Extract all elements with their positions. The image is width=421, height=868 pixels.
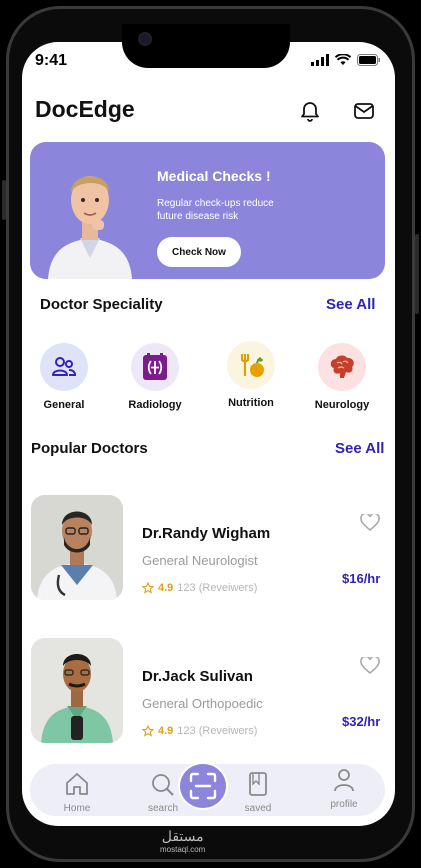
doctor-specialty: General Neurologist [142,553,258,568]
search-icon [152,774,174,796]
doctor-name: Dr.Randy Wigham [142,525,271,542]
doctor-photo [31,495,123,600]
speciality-see-all-link[interactable]: See All [326,296,375,313]
watermark: مستقل mostaql.com [160,828,205,854]
rating-value: 4.9 [158,725,174,737]
speciality-title: Doctor Speciality [40,296,163,313]
doctor-photo [31,638,123,743]
doctor-specialty: General Orthopoedic [142,696,263,711]
speciality-label: Nutrition [228,397,274,409]
popular-see-all-link[interactable]: See All [335,440,384,457]
speciality-neurology[interactable]: Neurology [307,343,377,411]
heart-icon[interactable] [360,512,380,537]
app-title: DocEdge [35,96,135,122]
bell-icon[interactable] [298,99,324,125]
nav-saved[interactable]: saved [228,772,288,814]
speciality-radiology[interactable]: Radiology [120,343,190,411]
speciality-label: General [43,399,85,411]
nutrition-icon [227,341,275,389]
nav-saved-label: saved [244,803,272,814]
speciality-label: Radiology [128,399,182,411]
battery-icon [357,54,380,66]
speciality-nutrition[interactable]: Nutrition [216,341,286,409]
nav-profile[interactable]: profile [314,768,374,810]
home-icon [66,773,88,795]
watermark-latin: mostaql.com [160,845,206,854]
nav-home-label: Home [63,803,91,814]
doctor-card[interactable]: Dr.Randy Wigham General Neurologist 4.9 … [31,495,386,605]
mail-icon[interactable] [352,99,378,125]
status-icons [311,54,381,66]
doctor-card[interactable]: Dr.Jack Sulivan General Orthopoedic 4.9 … [31,638,386,748]
speciality-label: Neurology [314,399,370,411]
star-icon [142,582,154,594]
watermark-arabic: مستقل [161,828,204,844]
reviewers-count: 123 (Reveiwers) [177,725,258,737]
medical-checks-banner: Medical Checks ! Regular check-ups reduc… [30,142,385,279]
app-screen: 9:41 DocEdge Medical Checks ! Regular ch… [22,42,395,826]
signal-icon [311,54,329,66]
star-icon [142,725,154,737]
doctor-illustration [48,176,132,279]
wifi-icon [335,54,351,65]
bookmark-icon [249,772,267,796]
side-button [415,234,419,314]
speciality-general[interactable]: General [29,343,99,411]
status-time: 9:41 [35,52,68,69]
people-icon [40,343,88,391]
check-now-button[interactable]: Check Now [157,237,241,267]
heart-icon[interactable] [360,655,380,680]
reviewers-count: 123 (Reveiwers) [177,582,258,594]
brain-icon [318,343,366,391]
nav-home[interactable]: Home [47,772,107,814]
scan-icon [189,772,217,800]
volume-button [2,180,6,220]
doctor-price: $16/hr [342,571,381,586]
phone-notch [122,24,290,68]
nav-profile-label: profile [330,799,358,810]
front-camera [138,32,152,46]
doctor-rating: 4.9 123 (Reveiwers) [142,582,257,594]
popular-title: Popular Doctors [31,440,148,457]
phone-frame: 9:41 DocEdge Medical Checks ! Regular ch… [0,0,421,868]
doctor-rating: 4.9 123 (Reveiwers) [142,725,257,737]
doctor-name: Dr.Jack Sulivan [142,668,253,685]
banner-subtitle: Regular check-ups reduce future disease … [157,198,274,222]
doctor-price: $32/hr [342,714,381,729]
scan-button[interactable] [178,762,228,810]
nav-search-label: search [147,803,178,814]
radiology-icon [131,343,179,391]
rating-value: 4.9 [158,582,174,594]
banner-title: Medical Checks ! [157,168,271,184]
profile-icon [334,769,354,792]
